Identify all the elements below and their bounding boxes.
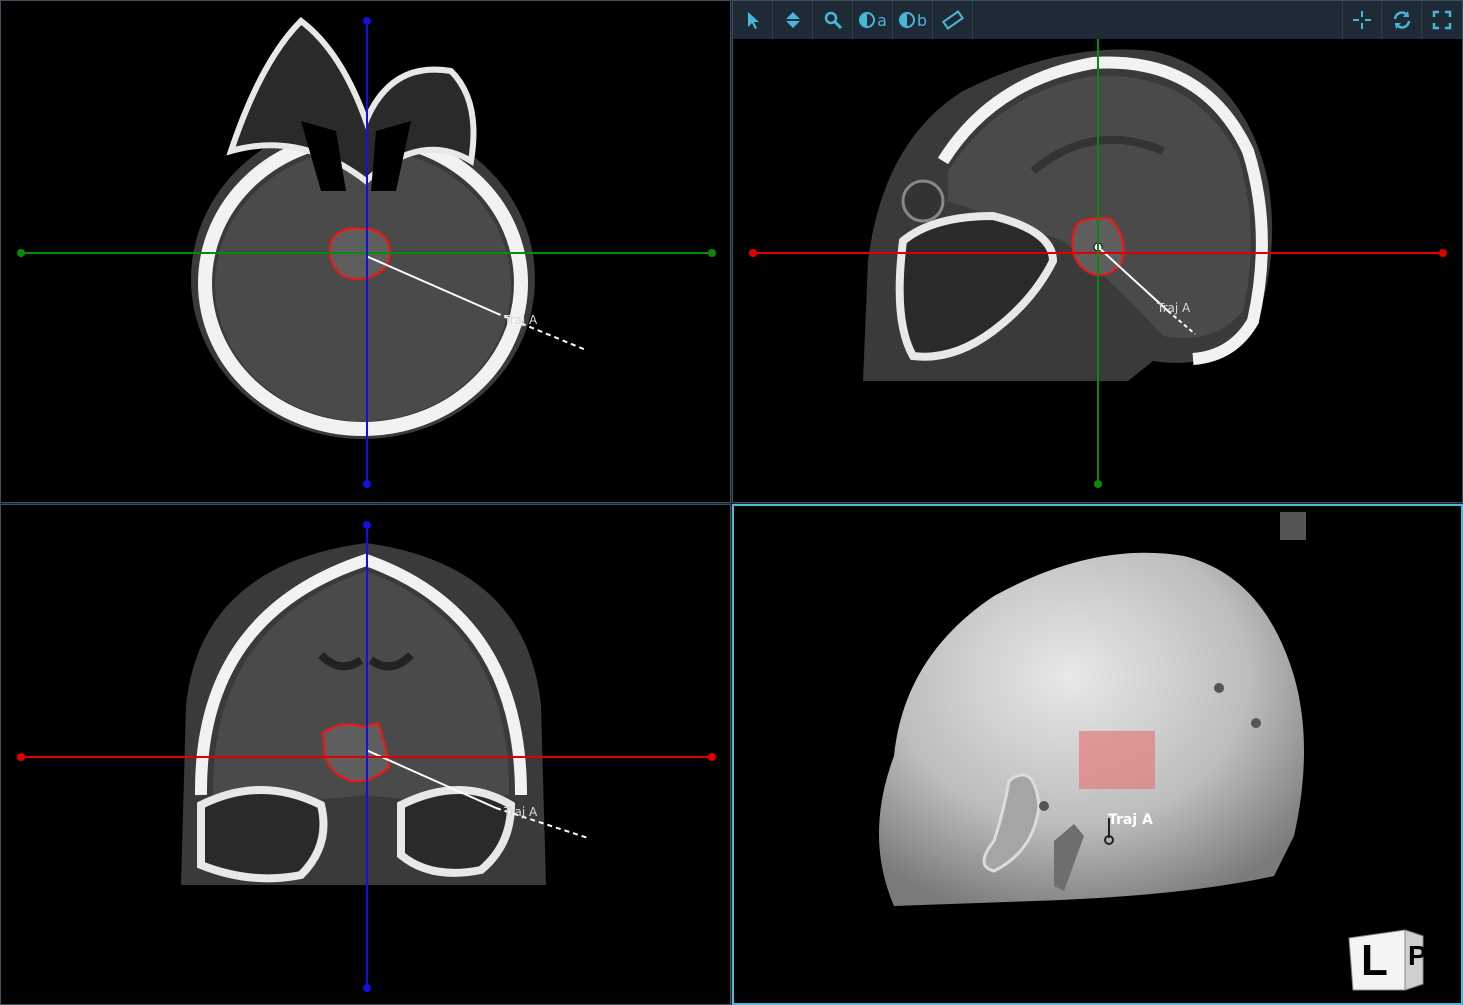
axial-blue-handle-top[interactable]	[363, 17, 371, 25]
volume-trajectory-label: Traj A	[1108, 812, 1153, 828]
fullscreen-icon	[1432, 10, 1452, 30]
sagittal-viewport[interactable]: Traj A a b	[732, 0, 1463, 503]
axial-trajectory-label: Traj A	[504, 313, 538, 327]
window-level-b-button[interactable]: b	[893, 1, 933, 39]
sagittal-red-handle-right[interactable]	[1439, 249, 1447, 257]
magnifier-icon	[824, 11, 842, 30]
rendered-head-surface	[879, 552, 1304, 906]
axial-green-handle-right[interactable]	[708, 249, 716, 257]
fullscreen-button[interactable]	[1422, 1, 1462, 39]
zoom-tool-button[interactable]	[813, 1, 853, 39]
orientation-cube[interactable]: L P	[1347, 924, 1427, 994]
axial-blue-handle-bottom[interactable]	[363, 480, 371, 488]
sagittal-red-handle-left[interactable]	[749, 249, 757, 257]
rendered-lesion-overlay	[1079, 731, 1155, 789]
reset-view-button[interactable]	[1382, 1, 1422, 39]
coronal-viewport[interactable]: Traj A	[0, 504, 731, 1005]
fiducial-marker[interactable]	[1039, 801, 1049, 811]
crosshair-icon	[1353, 11, 1371, 29]
coronal-skull-base-right	[397, 786, 516, 877]
rotate-icon	[1393, 11, 1410, 29]
orientation-letter-left: L	[1361, 936, 1388, 985]
pointer-icon	[747, 12, 759, 29]
fiducial-marker[interactable]	[1251, 718, 1261, 728]
window-level-a-button[interactable]: a	[853, 1, 893, 39]
select-tool-button[interactable]	[733, 1, 773, 39]
sagittal-orbit	[901, 179, 945, 223]
contrast-icon	[859, 12, 876, 28]
coronal-red-handle-left[interactable]	[17, 753, 25, 761]
window-a-label: a	[877, 10, 887, 30]
scroll-tool-button[interactable]	[773, 1, 813, 39]
coronal-trajectory-label: Traj A	[504, 805, 538, 819]
coronal-red-handle-right[interactable]	[708, 753, 716, 761]
ruler-icon	[941, 10, 964, 30]
coronal-blue-handle-top[interactable]	[363, 521, 371, 529]
coronal-skull-base-left	[197, 786, 328, 883]
contrast-icon	[898, 12, 915, 28]
window-b-label: b	[916, 10, 928, 30]
sagittal-scene	[749, 17, 1447, 488]
fiducial-marker[interactable]	[1214, 683, 1224, 693]
axial-brain	[215, 149, 511, 421]
scale-marker	[1280, 512, 1306, 540]
crosshair-toggle-button[interactable]	[1342, 1, 1382, 39]
sagittal-trajectory-label: Traj A	[1157, 301, 1191, 315]
coronal-scene	[17, 521, 716, 992]
axial-viewport[interactable]: Traj A	[0, 0, 731, 503]
scroll-slice-icon	[785, 12, 800, 28]
axial-green-handle-left[interactable]	[17, 249, 25, 257]
coronal-blue-handle-bottom[interactable]	[363, 984, 371, 992]
viewer-toolbar: a b	[733, 1, 1462, 39]
orientation-letter-posterior: P	[1408, 940, 1427, 971]
axial-scene	[17, 17, 716, 488]
volume-3d-viewport[interactable]: Traj A L P	[732, 504, 1463, 1005]
measure-tool-button[interactable]	[933, 1, 973, 39]
sagittal-green-handle-bottom[interactable]	[1094, 480, 1102, 488]
